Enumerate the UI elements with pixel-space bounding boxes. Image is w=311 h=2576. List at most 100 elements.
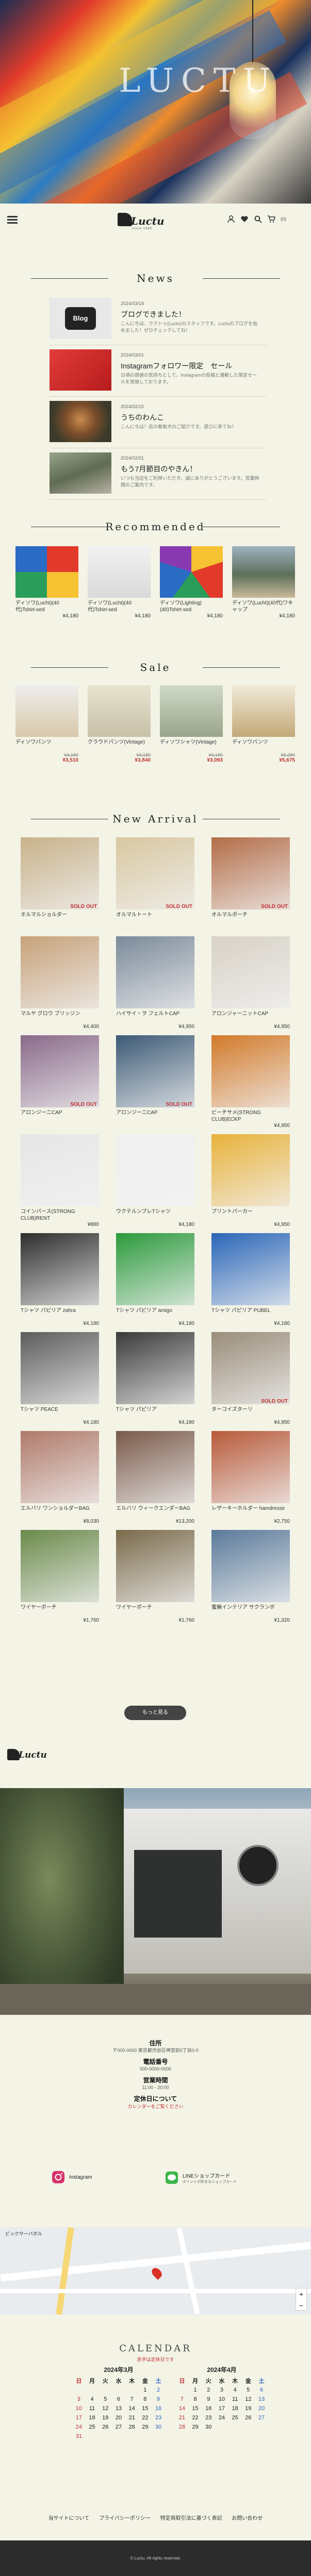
product-card[interactable]: アロンジーニCAP SOLD OUT [21, 1035, 99, 1130]
product-image[interactable] [21, 1134, 99, 1206]
instagram-link[interactable]: Instagram [52, 2169, 129, 2185]
footer-logo[interactable]: Luctu [7, 1747, 47, 1767]
product-card[interactable]: 蜜蝋インテリア サクランボ ¥1,320 [211, 1530, 290, 1625]
product-card[interactable]: Tシャツ パピリア amigo ¥4,180 [116, 1233, 194, 1328]
product-card[interactable]: レザーキーホルダー hamdresse ¥2,750 [211, 1431, 290, 1526]
product-image[interactable] [116, 1233, 194, 1305]
product-card[interactable]: ディソワ(Lucht)(40代)Tshirt-sed ¥4,180 [15, 546, 78, 619]
site-logo[interactable]: Luctu since 1985 [118, 210, 165, 232]
line-shopcard-link[interactable]: LINEショップカード ポイントが貯まるショップカード [165, 2167, 263, 2188]
product-price: ¥8,030 [83, 1519, 99, 1524]
product-card[interactable]: ハイサイ・ヲ フェルトCAP ¥4,950 [116, 936, 194, 1031]
product-image[interactable] [21, 936, 99, 1008]
product-card[interactable]: Tシャツ パピリア PUBEL ¥4,180 [211, 1233, 290, 1328]
news-item[interactable]: 2024/02/01 もう7月節目のやきん！ いつも当店をご利用いただき、誠にあ… [50, 448, 266, 500]
calendar-day: 12 [102, 2405, 109, 2412]
footer-link[interactable]: プライバシーポリシー [99, 2516, 151, 2521]
product-image[interactable] [88, 546, 151, 598]
heart-icon[interactable] [240, 215, 249, 223]
product-image[interactable] [21, 837, 99, 910]
user-icon[interactable] [227, 215, 235, 223]
calendar-day: 20 [115, 2415, 122, 2421]
product-card[interactable]: Tシャツ PEACE ¥4,180 [21, 1332, 99, 1427]
product-card[interactable]: アロンジーニCAP SOLD OUT [116, 1035, 194, 1130]
cart-icon[interactable] [267, 215, 275, 223]
calendar-day: 5 [104, 2396, 107, 2402]
hero-image: LUCTU [0, 0, 311, 204]
product-price: ¥4,400 [83, 1024, 99, 1030]
calendar-day: 19 [245, 2405, 252, 2412]
sale-card[interactable]: クラウドパンツ(Vintage) ¥4,180 ¥3,840 [88, 685, 151, 763]
sale-card[interactable]: ディソワシャツ(Vintage) ¥4,180 ¥3,093 [160, 685, 223, 763]
product-image[interactable] [116, 1035, 194, 1107]
product-image[interactable] [211, 1530, 290, 1602]
product-image[interactable] [211, 1035, 290, 1107]
search-icon[interactable] [254, 215, 262, 223]
calendar-day: 10 [218, 2396, 225, 2402]
product-image[interactable] [21, 1035, 99, 1107]
news-item[interactable]: Blog 2024/03/18 ブログできました！ こんにちは、ラクトゥ(Luc… [50, 294, 266, 345]
news-item[interactable]: 2024/02/15 うちのわんこ こんにちは！店の看板犬のご紹介です。遊びに来… [50, 397, 266, 448]
product-price: ¥4,950 [274, 1222, 290, 1227]
sale-card[interactable]: ディソワパンツ ¥4,180 ¥3,510 [15, 685, 78, 763]
product-image[interactable] [15, 546, 78, 598]
product-image[interactable] [211, 1431, 290, 1503]
product-image[interactable] [116, 1530, 194, 1602]
product-image[interactable] [160, 546, 223, 598]
product-card[interactable]: ウクテルンプレTシャツ ¥4,180 [116, 1134, 194, 1229]
calendar-month: 2024年4月日月火水木金土 1 2 3 4 5 6 7 8 9 10 11 12 13 14 15 16 17 1… [175, 2365, 268, 2432]
product-card[interactable]: ビーチサメ(STRONG CLUB)ECKP ¥4,950 [211, 1035, 290, 1130]
product-card[interactable]: プリントパーカー ¥4,950 [211, 1134, 290, 1229]
product-image[interactable] [211, 1134, 290, 1206]
product-image[interactable] [21, 1332, 99, 1404]
product-image[interactable] [21, 1431, 99, 1503]
map-pin-icon[interactable] [150, 2266, 164, 2280]
product-image[interactable] [88, 685, 151, 737]
sale-card[interactable]: ディソワパンツ ¥6,280 ¥5,675 [232, 685, 295, 763]
product-image[interactable] [211, 936, 290, 1008]
google-map[interactable]: ビックサーバボル + − [0, 2227, 311, 2315]
product-card[interactable]: エルバリ ワンショルダーBAG ¥8,030 [21, 1431, 99, 1526]
weekday-label: 火 [205, 2378, 211, 2384]
product-card[interactable]: ディソワ(Lucht)(40代)Tshirt-sed ¥4,180 [88, 546, 151, 619]
product-card[interactable]: エルバリ ウィークエンダーBAG ¥13,200 [116, 1431, 194, 1526]
sold-out-badge: SOLD OUT [166, 1102, 192, 1107]
product-card[interactable]: アロンジャーニットCAP ¥4,950 [211, 936, 290, 1031]
product-card[interactable]: ディソワ(Lighting)(40)Tshirt-sed ¥4,180 [160, 546, 223, 619]
product-image[interactable] [116, 1332, 194, 1404]
product-image[interactable] [21, 1530, 99, 1602]
product-image[interactable] [116, 1431, 194, 1503]
product-image[interactable] [211, 1233, 290, 1305]
product-card[interactable]: マルヤ グロウ ブリッジン ¥4,400 [21, 936, 99, 1031]
product-image[interactable] [232, 685, 295, 737]
product-image[interactable] [15, 685, 78, 737]
hamburger-menu-icon[interactable] [7, 216, 18, 224]
more-button[interactable]: もっと見る [124, 1706, 186, 1720]
product-card[interactable]: ワイヤーポーチ ¥1,760 [21, 1530, 99, 1625]
product-card[interactable]: オルマルポーチ SOLD OUT [211, 837, 290, 932]
product-card[interactable]: ターコイズターリ SOLD OUT ¥4,950 [211, 1332, 290, 1427]
footer-link[interactable]: 特定商取引法に基づく表記 [160, 2516, 222, 2521]
product-card[interactable]: オルマルショルダー SOLD OUT [21, 837, 99, 932]
calendar-day: 23 [205, 2415, 212, 2421]
footer-link[interactable]: お問い合わせ [232, 2516, 263, 2521]
product-image[interactable] [160, 685, 223, 737]
product-image[interactable] [211, 837, 290, 910]
product-image[interactable] [211, 1332, 290, 1404]
product-card[interactable]: オルマルトート SOLD OUT [116, 837, 194, 932]
product-image[interactable] [116, 1134, 194, 1206]
product-image[interactable] [116, 837, 194, 910]
zoom-control[interactable]: + − [296, 2288, 307, 2311]
product-card[interactable]: Tシャツ パピリア zahra ¥4,180 [21, 1233, 99, 1328]
product-image[interactable] [21, 1233, 99, 1305]
footer-link[interactable]: 当サイトについて [48, 2516, 90, 2521]
calendar-day: 30 [205, 2424, 212, 2430]
product-image[interactable] [232, 546, 295, 598]
news-item[interactable]: 2024/03/01 Instagramフォロワー限定 セール 日頃の感謝の気持… [50, 345, 266, 397]
product-card[interactable]: Tシャツ パピリア ¥4,180 [116, 1332, 194, 1427]
product-image[interactable] [116, 936, 194, 1008]
product-card[interactable]: ディソワ(Lucht)(40代)ワキャップ ¥4,180 [232, 546, 295, 619]
product-card[interactable]: ワイヤーポーチ ¥1,760 [116, 1530, 194, 1625]
product-card[interactable]: コインパース(STRONG CLUB)RENT ¥880 [21, 1134, 99, 1229]
hero-sign: LUCTU [119, 62, 278, 100]
